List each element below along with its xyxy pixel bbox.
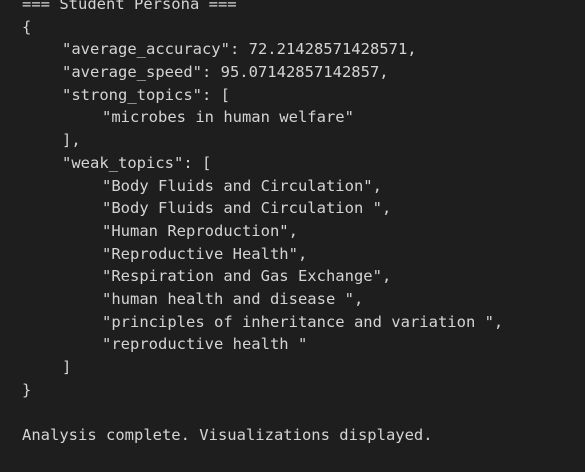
weak-topic-item: "reproductive health " [102,335,308,354]
weak-topic-item: "Human Reproduction", [102,221,298,240]
weak-topic-item: "Body Fluids and Circulation", [102,176,382,195]
persona-header: === Student Persona === [22,0,237,13]
strong-topics-close: ], [62,131,81,150]
weak-topic-item: "principles of inheritance and variation… [102,312,504,331]
average-accuracy-line: "average_accuracy": 72.21428571428571, [62,40,417,59]
weak-topics-key: "weak_topics": [ [62,153,212,172]
open-brace: { [22,17,32,36]
status-message: Analysis complete. Visualizations displa… [22,426,433,445]
weak-topic-item: "human health and disease ", [102,289,364,308]
weak-topics-close: ] [62,358,72,376]
average-speed-line: "average_speed": 95.07142857142857, [62,63,389,82]
strong-topic-item: "microbes in human welfare" [102,108,354,127]
weak-topic-item: "Body Fluids and Circulation ", [102,199,392,218]
weak-topic-item: "Reproductive Health", [102,244,308,263]
console-output: === Student Persona === { "average_accur… [0,0,585,465]
close-brace: } [22,380,32,399]
weak-topic-item: "Respiration and Gas Exchange", [102,267,392,286]
strong-topics-key: "strong_topics": [ [62,85,230,104]
